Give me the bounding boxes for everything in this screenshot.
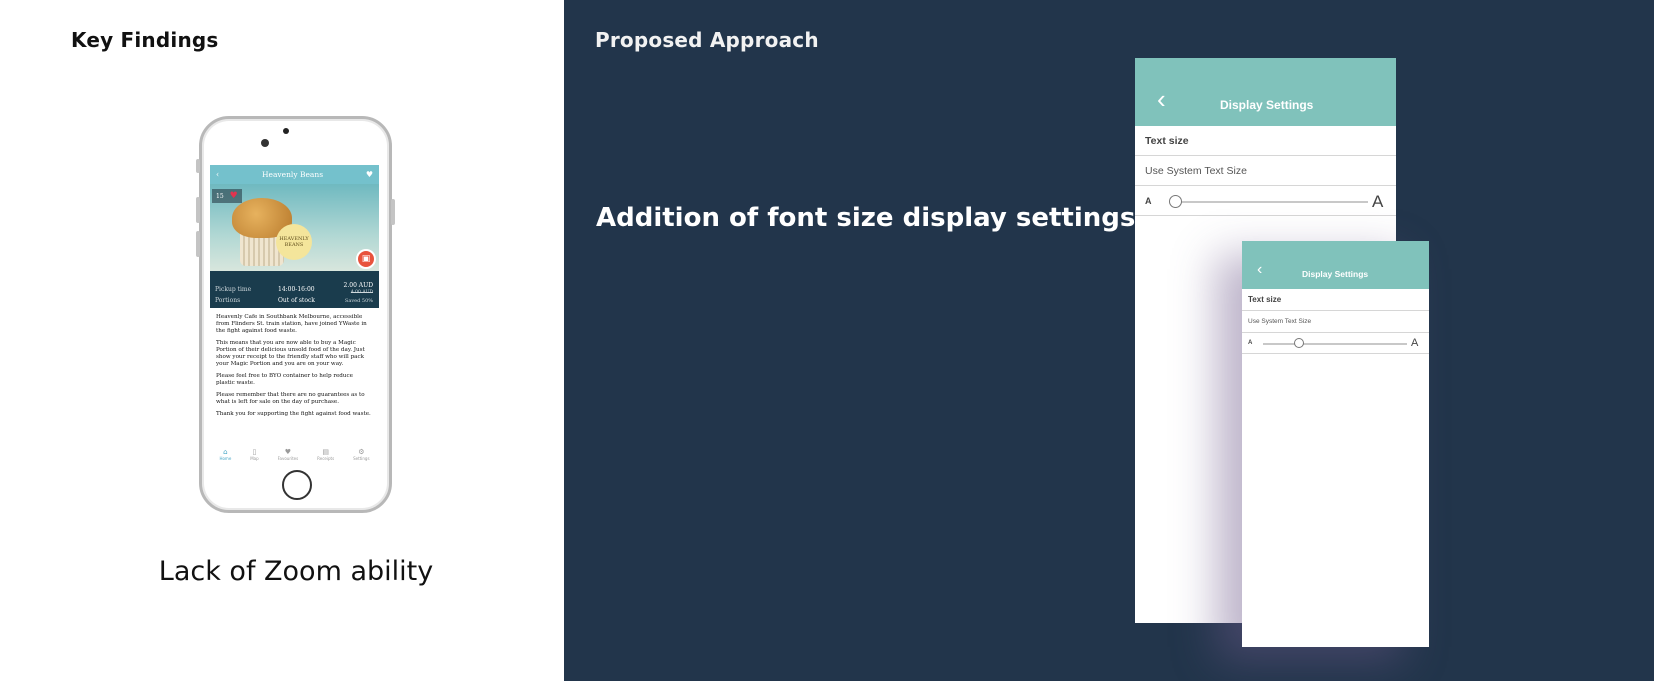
- map-icon: ▯: [252, 447, 257, 456]
- favorites-count: 15: [216, 192, 224, 200]
- text-size-slider-row: A A: [1242, 333, 1429, 354]
- description-paragraph: Please remember that there are no guaran…: [216, 392, 365, 405]
- receipt-icon: ▤: [322, 447, 329, 456]
- tab-favourites[interactable]: ♥ Favourites: [278, 448, 299, 461]
- store-title: Heavenly Beans: [261, 170, 324, 179]
- large-text-icon: A: [1411, 337, 1419, 349]
- text-size-slider-thumb[interactable]: [1169, 195, 1182, 208]
- store-description: Heavenly Cafe in Southbank Melbourne, ac…: [210, 308, 379, 418]
- tab-map[interactable]: ▯ Map: [250, 448, 258, 461]
- text-size-slider-thumb[interactable]: [1294, 338, 1304, 348]
- pickup-info-bar: Pickup time 14:00-16:00 2.00 AUD 4.00 AU…: [210, 271, 379, 308]
- old-price: 4.00 AUD: [350, 290, 373, 295]
- description-paragraph: This means that you are now able to buy …: [216, 340, 365, 367]
- phone-volume-up-button: [196, 197, 200, 223]
- heart-icon: ♥: [284, 447, 292, 456]
- basket-button[interactable]: ▣: [356, 249, 376, 269]
- price: 2.00 AUD: [343, 282, 373, 289]
- pickup-label: Pickup time: [215, 286, 252, 293]
- back-icon[interactable]: ‹: [216, 170, 219, 179]
- pickup-value: 14:00-16:00: [278, 286, 315, 293]
- settings-title: Display Settings: [1302, 269, 1369, 279]
- finding-caption: Lack of Zoom ability: [158, 556, 434, 587]
- text-size-slider-track[interactable]: [1171, 201, 1368, 203]
- tab-receipts[interactable]: ▤ Receipts: [317, 448, 334, 461]
- tab-label: Home: [219, 455, 232, 461]
- portions-label: Portions: [215, 297, 241, 304]
- text-size-slider-row: A A: [1135, 186, 1396, 216]
- settings-title: Display Settings: [1220, 98, 1314, 112]
- key-findings-heading: Key Findings: [71, 28, 219, 52]
- portions-value: Out of stock: [278, 297, 315, 304]
- favorites-badge: 15 ♥: [212, 189, 242, 203]
- use-system-text-size-option[interactable]: Use System Text Size: [1135, 156, 1396, 186]
- description-paragraph: Thank you for supporting the fight again…: [216, 411, 371, 417]
- favorite-heart-icon[interactable]: ♥: [230, 191, 238, 201]
- tab-label: Favourites: [277, 455, 299, 461]
- tab-label: Receipts: [317, 455, 335, 461]
- heart-icon[interactable]: ♥: [366, 170, 373, 179]
- phone-volume-down-button: [196, 231, 200, 257]
- text-size-slider-track[interactable]: [1263, 343, 1407, 345]
- back-chevron-icon[interactable]: ‹: [1257, 261, 1262, 279]
- small-text-icon: A: [1145, 196, 1152, 206]
- description-paragraph: Heavenly Cafe in Southbank Melbourne, ac…: [216, 314, 367, 334]
- large-text-icon: A: [1372, 192, 1384, 211]
- phone-mockup: ‹ Heavenly Beans ♥ HEAVENLY BEANS 15 ♥ ▣…: [196, 116, 395, 513]
- use-system-text-size-option[interactable]: Use System Text Size: [1242, 311, 1429, 333]
- muffin-tag-logo: HEAVENLY BEANS: [276, 224, 312, 260]
- phone-speaker: [283, 128, 289, 134]
- proposed-approach-panel: Proposed Approach Addition of font size …: [564, 0, 1654, 681]
- small-text-icon: A: [1248, 340, 1253, 346]
- phone-home-button: [282, 470, 312, 500]
- phone-screen: ‹ Heavenly Beans ♥ HEAVENLY BEANS 15 ♥ ▣…: [210, 165, 379, 464]
- phone-power-button: [391, 199, 395, 225]
- gear-icon: ⚙: [358, 447, 365, 456]
- phone-camera: [261, 139, 269, 147]
- description-paragraph: Please feel free to BYO container to hel…: [216, 373, 353, 386]
- tab-settings[interactable]: ⚙ Settings: [353, 448, 369, 461]
- app-nav-bar: ‹ Heavenly Beans ♥: [210, 165, 379, 184]
- tab-label: Settings: [353, 455, 370, 461]
- proposed-approach-heading: Proposed Approach: [595, 28, 819, 52]
- settings-header: ‹ Display Settings: [1242, 241, 1429, 289]
- text-size-section-label: Text size: [1242, 289, 1429, 311]
- proposal-statement: Addition of font size display settings.: [596, 203, 1146, 233]
- settings-header: ‹ Display Settings: [1135, 58, 1396, 126]
- display-settings-mockup-small: ‹ Display Settings Text size Use System …: [1242, 241, 1429, 647]
- tab-label: Map: [250, 455, 259, 461]
- home-icon: ⌂: [223, 447, 228, 456]
- tab-home[interactable]: ⌂ Home: [219, 448, 231, 461]
- store-image: HEAVENLY BEANS 15 ♥ ▣: [210, 184, 379, 271]
- phone-side-button: [196, 159, 200, 173]
- basket-icon: ▣: [361, 254, 371, 264]
- back-chevron-icon[interactable]: ‹: [1157, 84, 1166, 115]
- saved-percentage: Saved 50%: [344, 298, 373, 304]
- app-tab-bar: ⌂ Home ▯ Map ♥ Favourites ▤ Receipts ⚙ S…: [210, 444, 379, 464]
- text-size-section-label: Text size: [1135, 126, 1396, 156]
- key-findings-panel: Key Findings ‹ Heavenly Beans ♥ HEAVENLY…: [0, 0, 564, 681]
